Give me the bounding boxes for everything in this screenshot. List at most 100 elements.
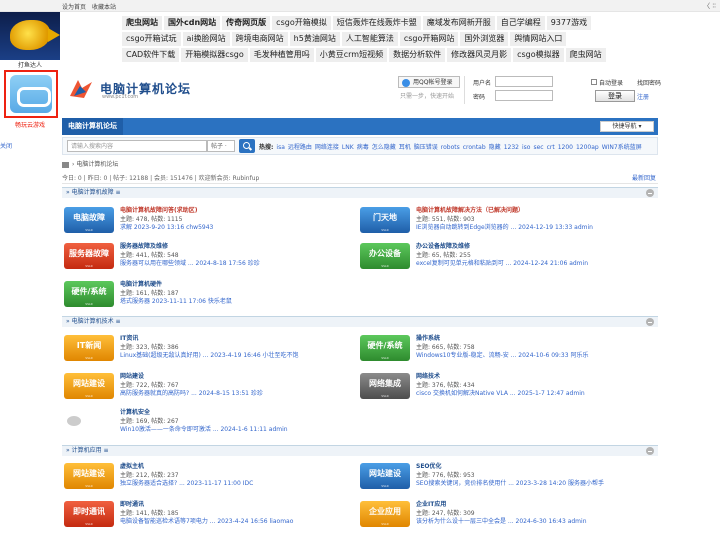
collapse-icon[interactable] <box>646 447 654 455</box>
forum-last-post[interactable]: 高防服务器就真的高防吗? ... 2024-8-15 13:51 珍珍 <box>120 388 263 397</box>
hot-search-link[interactable]: LNK <box>342 144 354 151</box>
hot-search-link[interactable]: 网络连接 <box>315 144 339 151</box>
category-title[interactable]: » 电脑计算机技术 ≡ <box>66 318 121 325</box>
forum-last-post[interactable]: IE浏览器自动跳转到Edge浏览器的 ... 2024-12-19 13:33 … <box>416 222 593 231</box>
forum-last-post[interactable]: Linux基础(超级无敌认真好用) ... 2023-4-19 16:46 小壮… <box>120 350 299 359</box>
category-header[interactable]: » 电脑计算机技术 ≡ <box>62 316 658 327</box>
password-input[interactable] <box>495 90 553 101</box>
forum-icon[interactable]: 网站建设 SSLR <box>64 373 114 399</box>
window-controls[interactable]: 〈 ∶∶ <box>703 1 716 11</box>
ad-link[interactable]: 舆情网站入口 <box>510 31 567 46</box>
hot-search-link[interactable]: 隐藏 <box>489 144 501 151</box>
ad2-label[interactable]: 畅玩云游戏 <box>0 120 60 129</box>
ad-link[interactable]: 毛发种植管用吗 <box>249 47 314 62</box>
close-ad-link[interactable]: 关闭 <box>0 141 12 150</box>
ad-link[interactable]: 跨境电商网站 <box>231 31 288 46</box>
hot-search-link[interactable]: sec <box>533 144 543 151</box>
search-type-select[interactable]: 帖子 · <box>207 140 235 152</box>
forum-icon[interactable]: 网络集成 SSLR <box>360 373 410 399</box>
forum-title[interactable]: 网络技术 <box>416 371 440 380</box>
hot-search-link[interactable]: 耳机 <box>399 144 411 151</box>
ad-link[interactable]: 传奇网页版 <box>222 15 271 30</box>
forum-icon[interactable]: 门天地 SSLR <box>360 207 410 233</box>
qq-login-button[interactable]: 用QQ帐号登录 <box>398 76 460 88</box>
forum-last-post[interactable]: excel复制可见单元格和粘贴到可 ... 2024-12-24 21:06 a… <box>416 258 588 267</box>
search-input[interactable]: 请输入搜索内容 <box>67 140 207 152</box>
ad-link[interactable]: 爬虫网站 <box>122 15 162 30</box>
collapse-icon[interactable] <box>646 189 654 197</box>
ad-link[interactable]: csgo开箱模拟 <box>272 15 331 30</box>
forum-title[interactable]: 网站建设 <box>120 371 144 380</box>
site-logo[interactable]: 电脑计算机论坛 www.pc1f.com <box>68 78 198 102</box>
forum-icon[interactable] <box>64 409 114 435</box>
ad-link[interactable]: 人工智能算法 <box>341 31 398 46</box>
hot-search-link[interactable]: iso <box>522 144 530 151</box>
ad-link[interactable]: 国外cdn网站 <box>164 15 221 30</box>
ad-link[interactable]: csgo开箱网站 <box>399 31 459 46</box>
ad-link[interactable]: 开箱模拟器csgo <box>181 47 248 62</box>
ad-link[interactable]: csgo开箱试玩 <box>122 31 181 46</box>
forum-last-post[interactable]: cisco 交换机如何解决Native VLA ... 2025-1-7 12:… <box>416 388 585 397</box>
forum-icon[interactable]: 办公设备 SSLR <box>360 243 410 269</box>
ad-link[interactable]: 修改器风灵月影 <box>447 47 512 62</box>
ad-link[interactable]: 爬虫网站 <box>565 47 606 62</box>
forum-last-post[interactable]: 该分析为什么设十一层三中全会是 ... 2024-6-30 16:43 admi… <box>416 516 587 525</box>
hot-search-link[interactable]: isa <box>276 144 284 151</box>
username-input[interactable] <box>495 76 553 87</box>
forum-last-post[interactable]: SEO搜索关键词，竞价排名使用什 ... 2023-3-28 14:20 服务器… <box>416 478 604 487</box>
login-button[interactable]: 登录 <box>595 90 635 102</box>
ad-link[interactable]: ai换脸网站 <box>182 31 230 46</box>
ad-link[interactable]: 小黄豆crm短视频 <box>315 47 388 62</box>
forum-title[interactable]: 服务器故障及维修 <box>120 241 168 250</box>
hot-search-link[interactable]: 1200ap <box>576 144 599 151</box>
forum-last-post[interactable]: 独立服务器适合选择? ... 2023-11-17 11:00 IDC <box>120 478 253 487</box>
register-link[interactable]: 注册 <box>637 92 649 101</box>
forum-title[interactable]: 办公设备故障及维修 <box>416 241 470 250</box>
forum-title[interactable]: 即时通讯 <box>120 499 144 508</box>
breadcrumb-current[interactable]: 电脑计算机论坛 <box>76 161 118 168</box>
forum-icon[interactable]: IT新闻 SSLR <box>64 335 114 361</box>
forum-icon[interactable]: 网站建设 SSLR <box>64 463 114 489</box>
category-title[interactable]: » 计算机应用 ≡ <box>66 447 109 454</box>
ad-link[interactable]: 国外浏览器 <box>460 31 509 46</box>
forum-icon[interactable]: 硬件/系统 SSLR <box>360 335 410 361</box>
category-title[interactable]: » 电脑计算机故障 ≡ <box>66 189 121 196</box>
hot-search-link[interactable]: crontab <box>463 144 486 151</box>
hot-search-link[interactable]: 远程路由 <box>288 144 312 151</box>
forgot-password-link[interactable]: 找回密码 <box>637 78 661 87</box>
forum-title[interactable]: 操作系统 <box>416 333 440 342</box>
category-header[interactable]: » 电脑计算机故障 ≡ <box>62 187 658 198</box>
ad-link[interactable]: CAD软件下载 <box>122 47 180 62</box>
forum-icon[interactable]: 企业应用 SSLR <box>360 501 410 527</box>
search-icon[interactable] <box>239 139 255 153</box>
collapse-icon[interactable] <box>646 318 654 326</box>
ad-link[interactable]: 自己学编程 <box>496 15 545 30</box>
hot-search-link[interactable]: 1232 <box>504 144 519 151</box>
set-home-link[interactable]: 设为首页 <box>62 4 86 11</box>
hot-search-link[interactable]: 脑压错误 <box>414 144 438 151</box>
hot-search-link[interactable]: WIN7系统蓝屏 <box>602 144 642 151</box>
forum-last-post[interactable]: 塔式服务器 2023-11-11 17:06 快乐老鼠 <box>120 296 232 305</box>
forum-last-post[interactable]: 求解 2023-9-20 13:16 chw5943 <box>120 222 213 231</box>
forum-title[interactable]: 虚拟主机 <box>120 461 144 470</box>
hot-search-link[interactable]: 怎么隐藏 <box>372 144 396 151</box>
ad1-label[interactable]: 打鱼达人 <box>0 60 60 69</box>
home-icon[interactable] <box>62 161 69 168</box>
forum-title[interactable]: 电脑计算机故障解决方法（已解决问题） <box>416 205 524 214</box>
fishing-game-ad[interactable] <box>0 12 60 60</box>
forum-title[interactable]: SEO优化 <box>416 461 442 470</box>
quick-nav-button[interactable]: 快捷导航 ▾ <box>600 121 654 132</box>
ad-link[interactable]: 短信轰炸在线轰炸卡盟 <box>332 15 421 30</box>
forum-title[interactable]: 电脑计算机硬件 <box>120 279 162 288</box>
ad-link[interactable]: 魔域发布网新开服 <box>422 15 495 30</box>
ad-link[interactable]: 数据分析软件 <box>389 47 446 62</box>
forum-icon[interactable]: 网站建设 SSLR <box>360 463 410 489</box>
forum-last-post[interactable]: Win10激活——一条命令即可激活 ... 2024-1-6 11:11 adm… <box>120 424 288 433</box>
ad-link[interactable]: csgo模拟器 <box>513 47 564 62</box>
category-header[interactable]: » 计算机应用 ≡ <box>62 445 658 456</box>
forum-last-post[interactable]: 服务器可以用在哪些领域 ... 2024-8-18 17:56 珍珍 <box>120 258 260 267</box>
latest-replies-link[interactable]: 最新回复 <box>632 173 656 182</box>
forum-last-post[interactable]: Windows10专业版-稳定、流畅-安 ... 2024-10-6 09:33… <box>416 350 588 359</box>
forum-icon[interactable]: 即时通讯 SSLR <box>64 501 114 527</box>
auto-login-checkbox[interactable] <box>591 79 597 85</box>
